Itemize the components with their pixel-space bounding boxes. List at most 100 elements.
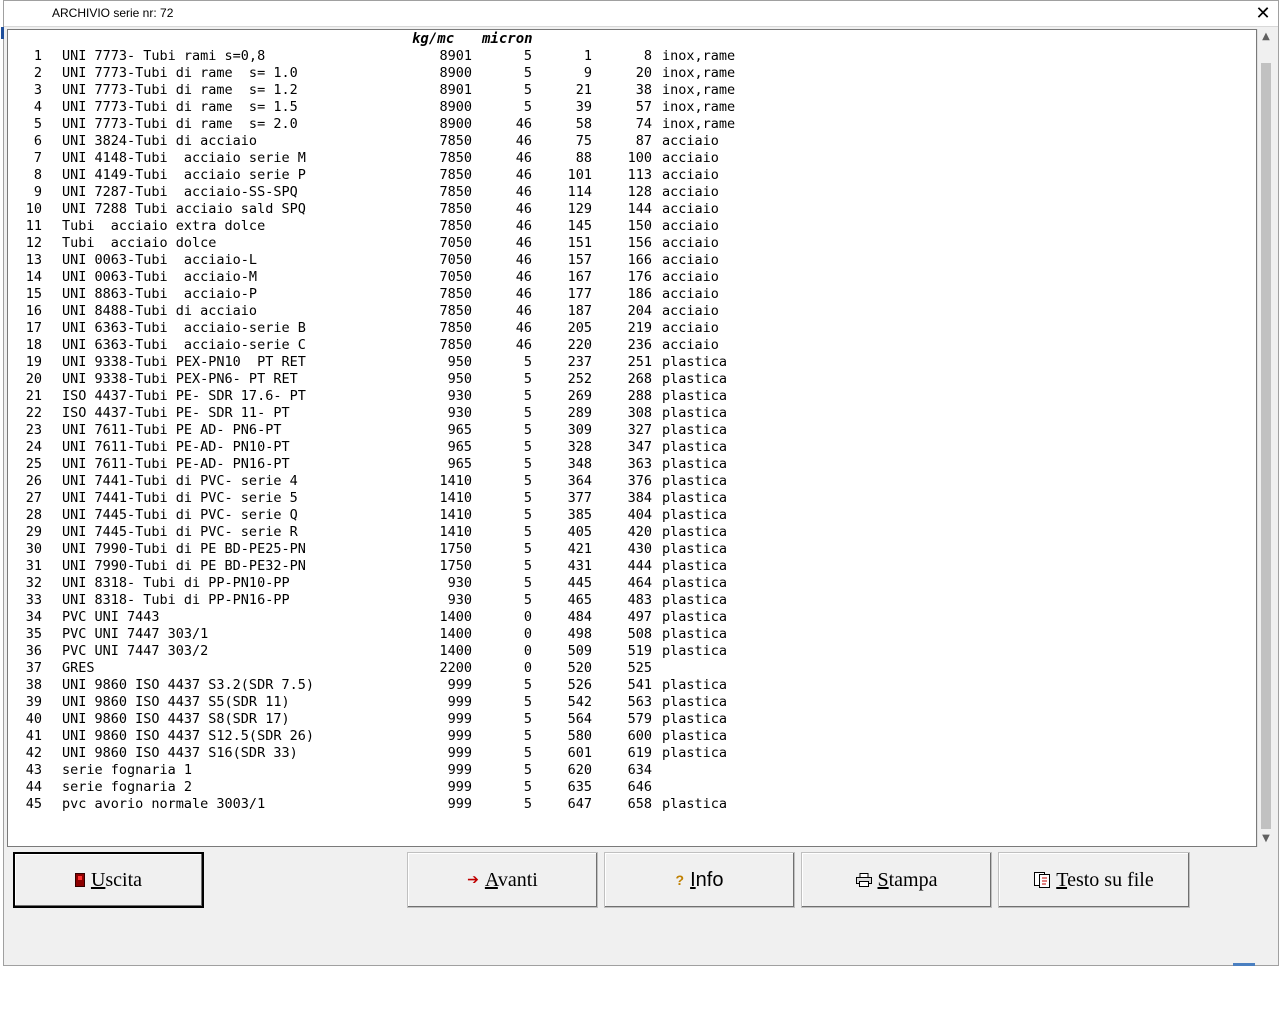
row-number: 33 bbox=[25, 592, 42, 608]
row-number: 11 bbox=[25, 218, 42, 234]
list-item[interactable]: 27 UNI 7441-Tubi di PVC- serie 5 1410 5 377 3… bbox=[8, 490, 1256, 507]
row-name: UNI 8318- Tubi di PP-PN16-PP bbox=[62, 592, 290, 608]
list-item[interactable]: 2 UNI 7773-Tubi di rame s= 1.0 8900 5 9 20 ino… bbox=[8, 65, 1256, 82]
series-list[interactable]: kg/mc micron 1 UNI 7773- Tubi rami s=0,8 8… bbox=[7, 29, 1257, 847]
list-item[interactable]: 42 UNI 9860 ISO 4437 S16(SDR 33) 999 5 601 61… bbox=[8, 745, 1256, 762]
row-to: 634 bbox=[627, 762, 652, 778]
list-item[interactable]: 3 UNI 7773-Tubi di rame s= 1.2 8901 5 21 38 in… bbox=[8, 82, 1256, 99]
rows-container: 1 UNI 7773- Tubi rami s=0,8 8901 5 1 8 inox,ra… bbox=[8, 48, 1256, 813]
list-item[interactable]: 34 PVC UNI 7443 1400 0 484 497 plastica bbox=[8, 609, 1256, 626]
list-item[interactable]: 30 UNI 7990-Tubi di PE BD-PE25-PN 1750 5 421… bbox=[8, 541, 1256, 558]
list-item[interactable]: 40 UNI 9860 ISO 4437 S8(SDR 17) 999 5 564 579… bbox=[8, 711, 1256, 728]
row-thickness: 46 bbox=[515, 286, 532, 302]
list-item[interactable]: 21 ISO 4437-Tubi PE- SDR 17.6- PT 930 5 269 2… bbox=[8, 388, 1256, 405]
list-item[interactable]: 24 UNI 7611-Tubi PE-AD- PN10-PT 965 5 328 347… bbox=[8, 439, 1256, 456]
row-material: inox,rame bbox=[662, 116, 736, 132]
row-material: acciaio bbox=[662, 303, 719, 319]
list-item[interactable]: 29 UNI 7445-Tubi di PVC- serie R 1410 5 405 4… bbox=[8, 524, 1256, 541]
row-material: plastica bbox=[662, 422, 728, 438]
row-name: UNI 7611-Tubi PE-AD- PN16-PT bbox=[62, 456, 290, 472]
row-number: 34 bbox=[25, 609, 42, 625]
row-density: 2200 bbox=[439, 660, 472, 676]
row-from: 635 bbox=[567, 779, 592, 795]
scroll-up-icon[interactable]: ▲ bbox=[1258, 29, 1274, 45]
avanti-button[interactable]: ➔ Avanti bbox=[407, 852, 598, 908]
row-number: 6 bbox=[33, 133, 42, 149]
list-item[interactable]: 39 UNI 9860 ISO 4437 S5(SDR 11) 999 5 542 563… bbox=[8, 694, 1256, 711]
scroll-thumb[interactable] bbox=[1261, 63, 1271, 829]
row-to: 186 bbox=[627, 286, 652, 302]
row-density: 965 bbox=[447, 422, 472, 438]
list-item[interactable]: 22 ISO 4437-Tubi PE- SDR 11- PT 930 5 289 308… bbox=[8, 405, 1256, 422]
list-item[interactable]: 7 UNI 4148-Tubi acciaio serie M 7850 46 88 10… bbox=[8, 150, 1256, 167]
row-to: 646 bbox=[627, 779, 652, 795]
list-item[interactable]: 11 Tubi acciaio extra dolce 7850 46 145 150 ac… bbox=[8, 218, 1256, 235]
list-item[interactable]: 45 pvc avorio normale 3003/1 999 5 647 658 pla… bbox=[8, 796, 1256, 813]
list-item[interactable]: 14 UNI 0063-Tubi acciaio-M 7050 46 167 176 acc… bbox=[8, 269, 1256, 286]
list-item[interactable]: 15 UNI 8863-Tubi acciaio-P 7850 46 177 186 acc… bbox=[8, 286, 1256, 303]
close-button[interactable]: ✕ bbox=[1252, 3, 1274, 25]
row-material: inox,rame bbox=[662, 82, 736, 98]
row-number: 19 bbox=[25, 354, 42, 370]
list-item[interactable]: 4 UNI 7773-Tubi di rame s= 1.5 8900 5 39 57 in… bbox=[8, 99, 1256, 116]
list-item[interactable]: 33 UNI 8318- Tubi di PP-PN16-PP 930 5 465 483… bbox=[8, 592, 1256, 609]
list-item[interactable]: 38 UNI 9860 ISO 4437 S3.2(SDR 7.5) 999 5 526… bbox=[8, 677, 1256, 694]
list-item[interactable]: 19 UNI 9338-Tubi PEX-PN10 PT RET 950 5 237 25… bbox=[8, 354, 1256, 371]
list-item[interactable]: 20 UNI 9338-Tubi PEX-PN6- PT RET 950 5 252 26… bbox=[8, 371, 1256, 388]
list-item[interactable]: 16 UNI 8488-Tubi di acciaio 7850 46 187 204 ac… bbox=[8, 303, 1256, 320]
row-from: 177 bbox=[567, 286, 592, 302]
list-item[interactable]: 31 UNI 7990-Tubi di PE BD-PE32-PN 1750 5 431… bbox=[8, 558, 1256, 575]
stampa-button[interactable]: Stampa bbox=[801, 852, 992, 908]
row-density: 1750 bbox=[439, 558, 472, 574]
row-name: ISO 4437-Tubi PE- SDR 11- PT bbox=[62, 405, 290, 421]
row-name: UNI 7441-Tubi di PVC- serie 5 bbox=[62, 490, 298, 506]
row-density: 999 bbox=[447, 762, 472, 778]
list-item[interactable]: 41 UNI 9860 ISO 4437 S12.5(SDR 26) 999 5 580… bbox=[8, 728, 1256, 745]
list-item[interactable]: 35 PVC UNI 7447 303/1 1400 0 498 508 plastica bbox=[8, 626, 1256, 643]
list-item[interactable]: 37 GRES 2200 0 520 525 bbox=[8, 660, 1256, 677]
list-item[interactable]: 28 UNI 7445-Tubi di PVC- serie Q 1410 5 385 4… bbox=[8, 507, 1256, 524]
list-item[interactable]: 44 serie fognaria 2 999 5 635 646 bbox=[8, 779, 1256, 796]
list-item[interactable]: 12 Tubi acciaio dolce 7050 46 151 156 acciaio bbox=[8, 235, 1256, 252]
list-item[interactable]: 13 UNI 0063-Tubi acciaio-L 7050 46 157 166 acc… bbox=[8, 252, 1256, 269]
row-from: 75 bbox=[575, 133, 592, 149]
row-density: 7050 bbox=[439, 252, 472, 268]
list-item[interactable]: 9 UNI 7287-Tubi acciaio-SS-SPQ 7850 46 114 12… bbox=[8, 184, 1256, 201]
row-from: 157 bbox=[567, 252, 592, 268]
row-thickness: 5 bbox=[523, 99, 532, 115]
info-button[interactable]: ? Info bbox=[604, 852, 795, 908]
row-thickness: 46 bbox=[515, 269, 532, 285]
testo-su-file-button[interactable]: Testo su file bbox=[998, 852, 1190, 908]
list-item[interactable]: 18 UNI 6363-Tubi acciaio-serie C 7850 46 220… bbox=[8, 337, 1256, 354]
list-item[interactable]: 10 UNI 7288 Tubi acciaio sald SPQ 7850 46 12… bbox=[8, 201, 1256, 218]
row-material: plastica bbox=[662, 490, 728, 506]
vertical-scrollbar[interactable]: ▲ ▼ bbox=[1257, 29, 1274, 847]
list-item[interactable]: 36 PVC UNI 7447 303/2 1400 0 509 519 plastica bbox=[8, 643, 1256, 660]
list-item[interactable]: 8 UNI 4149-Tubi acciaio serie P 7850 46 101 1… bbox=[8, 167, 1256, 184]
row-material: inox,rame bbox=[662, 99, 736, 115]
list-item[interactable]: 5 UNI 7773-Tubi di rame s= 2.0 8900 46 58 74 i… bbox=[8, 116, 1256, 133]
row-thickness: 5 bbox=[523, 677, 532, 693]
row-density: 7850 bbox=[439, 167, 472, 183]
list-item[interactable]: 17 UNI 6363-Tubi acciaio-serie B 7850 46 205… bbox=[8, 320, 1256, 337]
row-number: 22 bbox=[25, 405, 42, 421]
uscita-button[interactable]: Uscita bbox=[13, 852, 204, 908]
list-item[interactable]: 6 UNI 3824-Tubi di acciaio 7850 46 75 87 accia… bbox=[8, 133, 1256, 150]
row-number: 24 bbox=[25, 439, 42, 455]
row-number: 17 bbox=[25, 320, 42, 336]
row-from: 151 bbox=[567, 235, 592, 251]
list-item[interactable]: 1 UNI 7773- Tubi rami s=0,8 8901 5 1 8 inox,ra… bbox=[8, 48, 1256, 65]
row-to: 327 bbox=[627, 422, 652, 438]
scroll-down-icon[interactable]: ▼ bbox=[1258, 831, 1274, 847]
row-to: 444 bbox=[627, 558, 652, 574]
title-bar: ARCHIVIO serie nr: 72 ✕ bbox=[4, 1, 1278, 27]
list-item[interactable]: 26 UNI 7441-Tubi di PVC- serie 4 1410 5 364 3… bbox=[8, 473, 1256, 490]
list-item[interactable]: 23 UNI 7611-Tubi PE AD- PN6-PT 965 5 309 327 p… bbox=[8, 422, 1256, 439]
row-density: 7850 bbox=[439, 133, 472, 149]
list-item[interactable]: 43 serie fognaria 1 999 5 620 634 bbox=[8, 762, 1256, 779]
row-density: 930 bbox=[447, 405, 472, 421]
list-item[interactable]: 25 UNI 7611-Tubi PE-AD- PN16-PT 965 5 348 363… bbox=[8, 456, 1256, 473]
row-from: 647 bbox=[567, 796, 592, 812]
row-to: 38 bbox=[635, 82, 652, 98]
list-item[interactable]: 32 UNI 8318- Tubi di PP-PN10-PP 930 5 445 464… bbox=[8, 575, 1256, 592]
